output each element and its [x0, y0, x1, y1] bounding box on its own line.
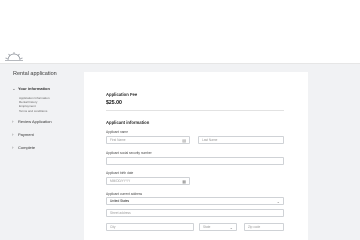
steps-nav: ⌄ Your information Application Informati… — [12, 86, 78, 158]
country-select[interactable]: United States ⌄ — [106, 197, 284, 205]
step-label: Complete — [18, 144, 36, 150]
first-name-placeholder: First Name — [110, 138, 126, 142]
address-label: Applicant current address — [106, 192, 143, 196]
last-name-field[interactable]: Last Name — [198, 136, 284, 144]
step-label: Review Application — [18, 118, 52, 124]
top-header — [0, 0, 360, 64]
step-review-application[interactable]: › Review Application — [12, 119, 78, 127]
ssn-field[interactable] — [106, 157, 284, 165]
substep-terms[interactable]: Terms and conditions — [19, 109, 78, 113]
step-payment[interactable]: › Payment — [12, 132, 78, 140]
sunrise-logo-icon[interactable] — [5, 51, 23, 61]
birth-date-field[interactable]: MM/DD/YYYY ▦ — [106, 177, 190, 185]
applicant-section-title: Applicant information — [106, 120, 150, 125]
section-divider — [106, 110, 284, 111]
birth-date-placeholder: MM/DD/YYYY — [110, 179, 131, 183]
step-your-information[interactable]: ⌄ Your information — [12, 86, 78, 94]
app-title: Rental application — [13, 71, 57, 77]
street-placeholder: Street address — [110, 211, 131, 215]
city-placeholder: City — [110, 225, 116, 229]
fee-amount: $25.00 — [106, 100, 122, 106]
first-name-field[interactable]: First Name ▤ — [106, 136, 190, 144]
chevron-down-icon: ⌄ — [229, 225, 233, 230]
substeps-list: Application Information Rental history E… — [19, 96, 78, 113]
chevron-right-icon: › — [12, 131, 14, 137]
application-form-panel: Application Fee $25.00 Applicant informa… — [84, 72, 308, 240]
chevron-right-icon: › — [12, 118, 14, 124]
chevron-right-icon: › — [12, 144, 14, 150]
chevron-down-icon: ⌄ — [276, 199, 280, 204]
zip-code-field[interactable]: Zip code — [244, 223, 284, 231]
ssn-label: Applicant social security number — [106, 151, 152, 155]
state-select[interactable]: State ⌄ — [199, 223, 237, 231]
step-label: Your information — [18, 86, 50, 91]
zip-placeholder: Zip code — [248, 225, 261, 229]
calendar-icon[interactable]: ▦ — [182, 179, 186, 184]
birth-date-label: Applicant birth date — [106, 171, 134, 175]
step-label: Payment — [18, 131, 34, 137]
applicant-name-label: Applicant name — [106, 130, 128, 134]
country-value: United States — [110, 199, 130, 203]
step-complete[interactable]: › Complete — [12, 145, 78, 153]
fee-title: Application Fee — [106, 92, 138, 97]
street-address-field[interactable]: Street address — [106, 209, 284, 217]
city-field[interactable]: City — [106, 223, 194, 231]
contact-card-icon: ▤ — [182, 138, 186, 143]
last-name-placeholder: Last Name — [202, 138, 218, 142]
state-placeholder: State — [203, 225, 211, 229]
chevron-down-icon: ⌄ — [12, 86, 16, 91]
